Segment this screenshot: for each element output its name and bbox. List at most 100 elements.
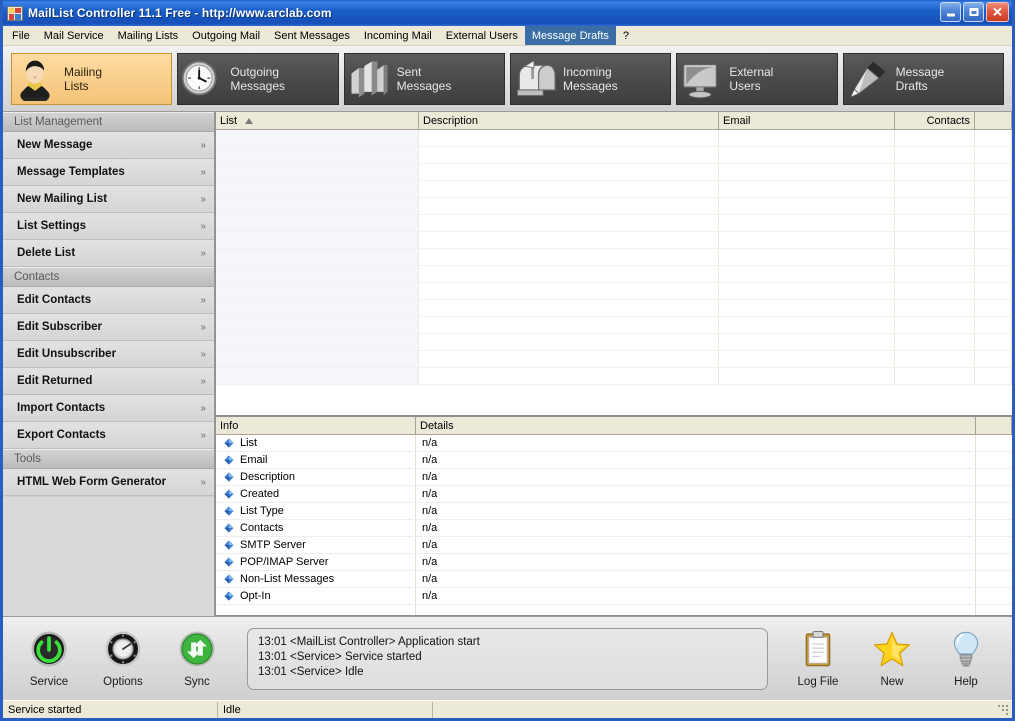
- info-row[interactable]: Created n/a: [216, 486, 1012, 503]
- resize-grip[interactable]: [996, 703, 1010, 717]
- info-row[interactable]: Description n/a: [216, 469, 1012, 486]
- grid-row[interactable]: [216, 215, 1012, 232]
- sidebar-item-new-message[interactable]: New Message »: [3, 132, 214, 159]
- info-row[interactable]: List Type n/a: [216, 503, 1012, 520]
- bottom-button-sync[interactable]: Sync: [169, 629, 225, 688]
- sidebar-item-edit-returned[interactable]: Edit Returned »: [3, 368, 214, 395]
- sidebar-item-new-mailing-list[interactable]: New Mailing List »: [3, 186, 214, 213]
- menu-item-file[interactable]: File: [5, 26, 37, 45]
- grid-row[interactable]: [216, 351, 1012, 368]
- grid-cell: [216, 232, 419, 248]
- grid-cell: [719, 198, 895, 214]
- grid-row[interactable]: [216, 283, 1012, 300]
- sort-ascending-icon: [245, 117, 254, 124]
- grid-column-header-contacts[interactable]: Contacts: [895, 112, 975, 129]
- grid-cell: [895, 215, 975, 231]
- bottom-button-options[interactable]: Options: [95, 629, 151, 688]
- bottom-button-new[interactable]: New: [864, 629, 920, 688]
- info-column-header-info[interactable]: Info: [216, 417, 416, 434]
- grid-cell: [216, 198, 419, 214]
- toolbar-button-message-drafts[interactable]: Message Drafts: [842, 52, 1004, 105]
- grid-cell: [419, 198, 719, 214]
- sidebar-section-header: Contacts: [3, 267, 214, 287]
- monitor-icon: [677, 54, 727, 104]
- log-output-panel[interactable]: 13:01 <MailList Controller> Application …: [247, 627, 768, 690]
- menu-item-external-users[interactable]: External Users: [439, 26, 525, 45]
- close-button[interactable]: ✕: [986, 2, 1009, 22]
- grid-row[interactable]: [216, 232, 1012, 249]
- toolbar-button-outgoing-messages[interactable]: Outgoing Messages: [177, 52, 339, 105]
- blue-diamond-icon: [224, 591, 234, 601]
- bottom-button-service[interactable]: Service: [21, 629, 77, 688]
- menu-item-message-drafts[interactable]: Message Drafts: [524, 26, 616, 45]
- info-rows[interactable]: List n/a Email n/a Description n/a Created n/a L…: [216, 435, 1012, 605]
- grid-row[interactable]: [216, 266, 1012, 283]
- sidebar-item-label: List Settings: [17, 220, 87, 232]
- grid-row[interactable]: [216, 249, 1012, 266]
- bottom-button-help[interactable]: Help: [938, 629, 994, 688]
- info-row[interactable]: POP/IMAP Server n/a: [216, 554, 1012, 571]
- grid-column-header-description[interactable]: Description: [419, 112, 719, 129]
- grid-column-header-list[interactable]: List: [216, 112, 419, 129]
- sidebar-item-import-contacts[interactable]: Import Contacts »: [3, 395, 214, 422]
- menu-item-mail-service[interactable]: Mail Service: [37, 26, 111, 45]
- bottom-bar: Service Options Sync 13:01 <MailList Contr…: [3, 616, 1012, 700]
- grid-row[interactable]: [216, 198, 1012, 215]
- menu-item-mailing-lists[interactable]: Mailing Lists: [111, 26, 186, 45]
- grid-cell: [895, 351, 975, 367]
- maximize-button[interactable]: [963, 2, 984, 22]
- info-row[interactable]: SMTP Server n/a: [216, 537, 1012, 554]
- grid-cell: [216, 266, 419, 282]
- info-row[interactable]: List n/a: [216, 435, 1012, 452]
- info-details-panel[interactable]: Info Details List n/a Email n/a Description n/…: [215, 416, 1012, 616]
- grid-column-header-blank[interactable]: [975, 112, 1012, 129]
- menu-item-sent-messages[interactable]: Sent Messages: [267, 26, 357, 45]
- info-column-header-details[interactable]: Details: [416, 417, 976, 434]
- grid-row[interactable]: [216, 300, 1012, 317]
- bottom-button-log-file[interactable]: Log File: [790, 629, 846, 688]
- info-row-label: Opt-In: [240, 590, 271, 602]
- info-row[interactable]: Non-List Messages n/a: [216, 571, 1012, 588]
- info-row[interactable]: Opt-In n/a: [216, 588, 1012, 605]
- sidebar-item-html-web-form-generator[interactable]: HTML Web Form Generator »: [3, 469, 214, 496]
- grid-row[interactable]: [216, 130, 1012, 147]
- grid-body[interactable]: [216, 130, 1012, 415]
- menu-item-outgoing-mail[interactable]: Outgoing Mail: [185, 26, 267, 45]
- grid-cell: [719, 334, 895, 350]
- info-row-label: Description: [240, 471, 296, 483]
- dial-knob-icon: [103, 629, 143, 672]
- grid-row[interactable]: [216, 334, 1012, 351]
- grid-cell: [975, 147, 1012, 163]
- info-row[interactable]: Email n/a: [216, 452, 1012, 469]
- grid-row[interactable]: [216, 164, 1012, 181]
- grid-row[interactable]: [216, 181, 1012, 198]
- toolbar-button-mailing-lists[interactable]: Mailing Lists: [11, 52, 173, 105]
- info-row-label: Created: [240, 488, 280, 500]
- menu-item-incoming-mail[interactable]: Incoming Mail: [357, 26, 439, 45]
- sidebar-item-list-settings[interactable]: List Settings »: [3, 213, 214, 240]
- sidebar-item-export-contacts[interactable]: Export Contacts »: [3, 422, 214, 449]
- info-row-label: SMTP Server: [240, 539, 306, 551]
- grid-row[interactable]: [216, 317, 1012, 334]
- grid-row[interactable]: [216, 368, 1012, 385]
- grid-cell: [419, 215, 719, 231]
- info-row-spacer: [976, 469, 1012, 485]
- grid-row[interactable]: [216, 147, 1012, 164]
- sidebar-item-edit-unsubscriber[interactable]: Edit Unsubscriber »: [3, 341, 214, 368]
- info-row-label: Contacts: [240, 522, 284, 534]
- toolbar-button-sent-messages[interactable]: Sent Messages: [343, 52, 505, 105]
- menu-bar: File Mail Service Mailing Lists Outgoing Ma…: [3, 26, 1012, 46]
- sidebar-item-message-templates[interactable]: Message Templates »: [3, 159, 214, 186]
- sidebar-item-delete-list[interactable]: Delete List »: [3, 240, 214, 267]
- mailing-list-grid[interactable]: List Description Email Contacts: [215, 112, 1012, 416]
- minimize-button[interactable]: [940, 2, 961, 22]
- menu-item-[interactable]: ?: [616, 26, 636, 45]
- toolbar-button-incoming-messages[interactable]: Incoming Messages: [509, 52, 672, 105]
- toolbar-button-external-users[interactable]: External Users: [676, 52, 838, 105]
- info-column-header-blank[interactable]: [976, 417, 1012, 434]
- sidebar-item-edit-contacts[interactable]: Edit Contacts »: [3, 287, 214, 314]
- sidebar-item-edit-subscriber[interactable]: Edit Subscriber »: [3, 314, 214, 341]
- mailbox-icon: [511, 54, 561, 104]
- grid-column-header-email[interactable]: Email: [719, 112, 895, 129]
- info-row[interactable]: Contacts n/a: [216, 520, 1012, 537]
